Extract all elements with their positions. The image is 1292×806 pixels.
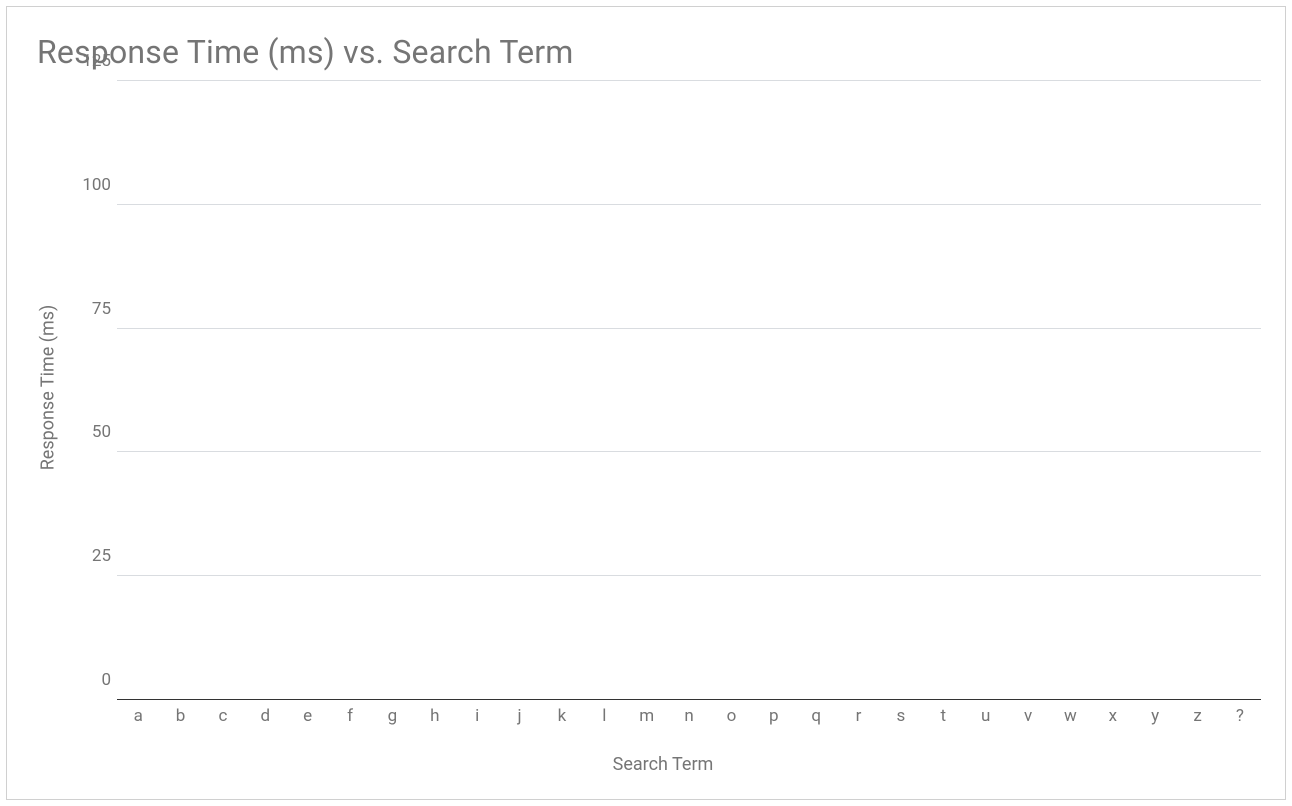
x-tick: d <box>244 706 286 726</box>
y-tick: 25 <box>92 546 111 566</box>
gridline <box>117 204 1261 205</box>
x-tick: a <box>117 706 159 726</box>
plot-area <box>117 81 1261 700</box>
x-tick: n <box>668 706 710 726</box>
x-tick: w <box>1049 706 1091 726</box>
x-tick: ? <box>1219 706 1261 726</box>
x-tick: j <box>498 706 540 726</box>
x-axis-line <box>117 699 1261 700</box>
x-tick: f <box>329 706 371 726</box>
x-tick: o <box>710 706 752 726</box>
x-tick: h <box>414 706 456 726</box>
x-tick: s <box>880 706 922 726</box>
x-tick: v <box>1007 706 1049 726</box>
gridline <box>117 575 1261 576</box>
gridline <box>117 328 1261 329</box>
y-tick: 100 <box>82 175 111 195</box>
x-tick: q <box>795 706 837 726</box>
chart-body: Response Time (ms) 0255075100125 abcdefg… <box>31 81 1261 783</box>
x-tick: z <box>1176 706 1218 726</box>
y-tick: 50 <box>92 422 111 442</box>
gridline <box>117 451 1261 452</box>
chart-title: Response Time (ms) vs. Search Term <box>37 33 1261 71</box>
x-tick: m <box>626 706 668 726</box>
x-tick: t <box>922 706 964 726</box>
y-axis-label: Response Time (ms) <box>38 304 59 470</box>
x-tick: c <box>202 706 244 726</box>
x-tick: g <box>371 706 413 726</box>
x-tick: e <box>287 706 329 726</box>
x-tick: u <box>965 706 1007 726</box>
gridline <box>117 80 1261 81</box>
bars-container <box>117 81 1261 700</box>
x-tick: i <box>456 706 498 726</box>
x-tick: l <box>583 706 625 726</box>
x-axis-label: Search Term <box>65 754 1261 775</box>
x-tick: y <box>1134 706 1176 726</box>
x-tick: r <box>837 706 879 726</box>
y-tick: 125 <box>82 51 111 71</box>
x-tick: x <box>1092 706 1134 726</box>
chart-card: Response Time (ms) vs. Search Term Respo… <box>6 6 1286 800</box>
x-tick: k <box>541 706 583 726</box>
y-tick: 0 <box>101 670 111 690</box>
x-tick: b <box>159 706 201 726</box>
x-axis-ticks: abcdefghijklmnopqrstuvwxyz? <box>117 700 1261 736</box>
y-axis-ticks: 0255075100125 <box>65 81 117 700</box>
x-tick: p <box>753 706 795 726</box>
y-tick: 75 <box>92 299 111 319</box>
